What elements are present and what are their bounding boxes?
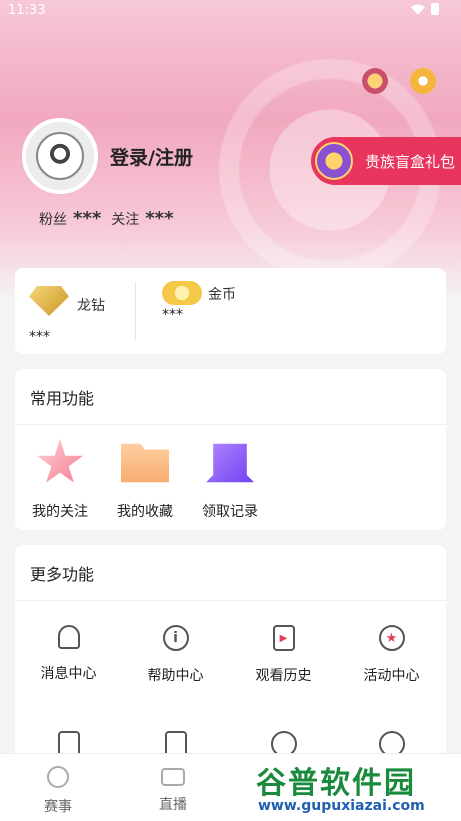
activity-icon: ★	[378, 625, 405, 651]
noble-gift-box-button[interactable]: 贵族盲盒礼包	[311, 137, 461, 185]
status-icons	[411, 3, 439, 15]
help-center-label: 帮助中心	[147, 668, 204, 684]
gift-box-icon	[315, 142, 353, 180]
gift-button-label: 贵族盲盒礼包	[365, 152, 456, 171]
info-icon: i	[162, 625, 189, 651]
activity-center-button[interactable]: ★ 活动中心	[338, 625, 445, 685]
fans-follow-stats: 粉丝 *** 关注 ***	[39, 208, 184, 229]
nav-item-matches[interactable]: 赛事	[18, 766, 98, 816]
nav-item-live[interactable]: 直播	[133, 766, 213, 814]
history-icon: ▶	[272, 625, 295, 651]
my-favorites-button[interactable]: 我的收藏	[100, 439, 190, 521]
nav-matches-label: 赛事	[44, 799, 72, 815]
watermark-url: www.gupuxiazai.com	[258, 798, 425, 814]
activity-center-label: 活动中心	[363, 668, 420, 684]
diamond-label[interactable]: 龙钻	[77, 295, 105, 315]
help-center-button[interactable]: i 帮助中心	[122, 625, 229, 685]
common-functions-card: 常用功能 我的关注 我的收藏 领取记录	[15, 369, 446, 530]
wifi-icon	[411, 4, 425, 15]
wallet-card: 龙钻 *** 金币 ***	[15, 268, 446, 354]
watermark: 谷普软件园 www.gupuxiazai.com	[252, 758, 458, 818]
bell-icon	[57, 625, 80, 649]
message-center-label: 消息中心	[40, 666, 97, 682]
status-time: 11:33	[8, 3, 46, 18]
diamond-icon	[29, 286, 69, 316]
watch-history-button[interactable]: ▶ 观看历史	[230, 625, 337, 685]
my-follows-label: 我的关注	[32, 504, 88, 520]
coin-icon	[162, 281, 202, 305]
avatar[interactable]	[22, 118, 98, 194]
fans-value[interactable]: ***	[73, 208, 101, 229]
folder-icon	[121, 443, 169, 483]
follow-value[interactable]: ***	[145, 208, 173, 229]
message-center-button[interactable]: 消息中心	[15, 625, 122, 683]
record-icon	[206, 443, 254, 483]
nav-live-label: 直播	[159, 797, 187, 813]
divider	[15, 424, 446, 425]
football-avatar-icon	[36, 132, 84, 180]
battery-icon	[431, 3, 439, 15]
camera-icon	[161, 768, 185, 786]
diamond-value: ***	[29, 329, 50, 345]
fans-label: 粉丝	[39, 211, 67, 228]
coin-value: ***	[162, 307, 183, 323]
login-register-link[interactable]: 登录/注册	[110, 143, 193, 170]
coin-label[interactable]: 金币	[208, 284, 236, 304]
common-functions-title: 常用功能	[30, 389, 95, 408]
my-favorites-label: 我的收藏	[117, 504, 173, 520]
crown-icon[interactable]	[362, 68, 388, 94]
watch-history-label: 观看历史	[255, 668, 312, 684]
wallet-divider	[135, 282, 136, 340]
status-bar: 11:33	[0, 0, 461, 22]
claim-records-label: 领取记录	[202, 504, 258, 520]
gear-icon[interactable]	[410, 68, 436, 94]
star-icon	[36, 439, 84, 483]
divider	[15, 600, 446, 601]
more-functions-card: 更多功能 消息中心 i 帮助中心 ▶ 观看历史 ★ 活动中心	[15, 545, 446, 785]
follow-label: 关注	[111, 211, 140, 228]
claim-records-button[interactable]: 领取记录	[185, 439, 275, 521]
my-follows-button[interactable]: 我的关注	[15, 439, 105, 521]
more-functions-title: 更多功能	[30, 565, 95, 584]
football-icon	[47, 766, 69, 788]
watermark-title: 谷普软件园	[256, 766, 416, 801]
